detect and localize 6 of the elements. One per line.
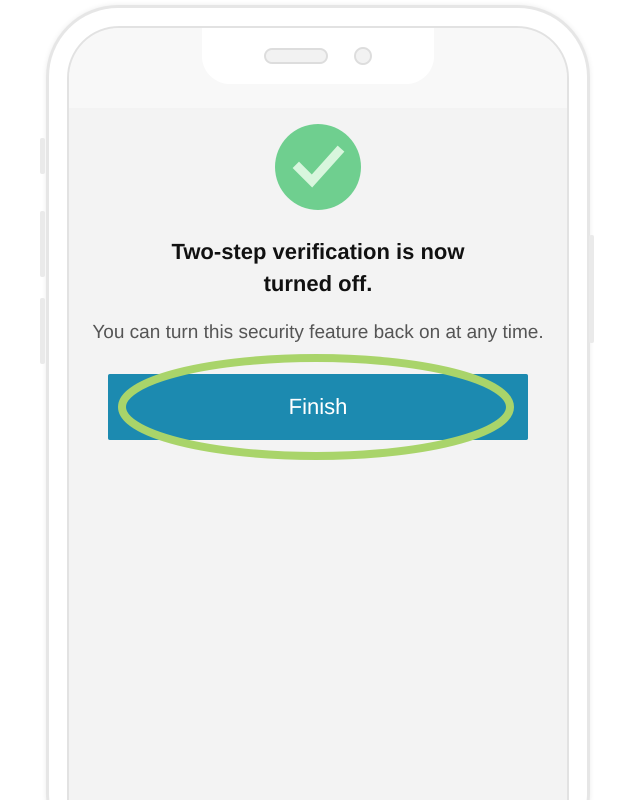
status-title: Two-step verification is now turned off.	[170, 238, 466, 298]
check-circle-icon	[275, 124, 361, 210]
camera-icon	[354, 47, 372, 65]
status-message: You can turn this security feature back on at any time.	[91, 321, 545, 345]
finish-button[interactable]: Finish	[108, 374, 528, 440]
speaker-icon	[264, 48, 328, 64]
